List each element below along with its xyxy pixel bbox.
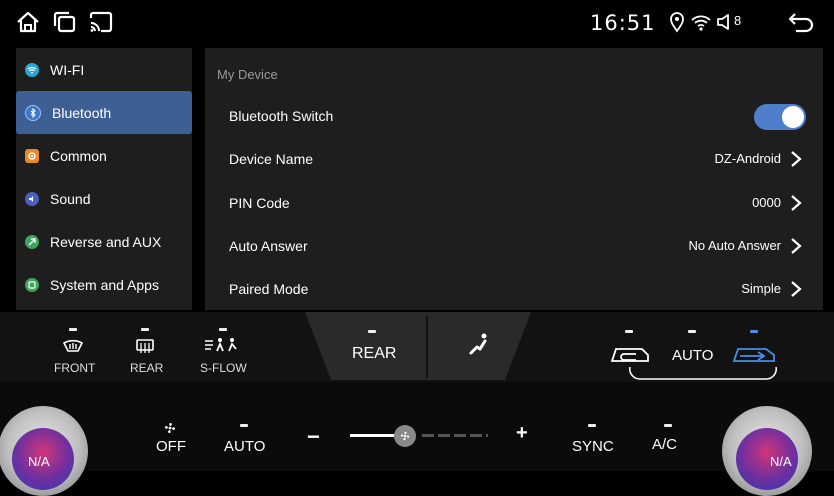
toggle-knob — [782, 106, 804, 128]
row-label: Auto Answer — [229, 238, 308, 254]
row-value: No Auto Answer — [688, 238, 782, 253]
fan-slider-handle[interactable] — [394, 425, 416, 447]
sidebar-item-label: Sound — [50, 190, 91, 207]
volume-level: 8 — [734, 13, 742, 28]
sidebar-item-wifi[interactable]: WI-FI — [16, 48, 192, 91]
ac-label: A/C — [652, 436, 678, 453]
paired-mode-row[interactable]: Paired Mode Simple — [205, 268, 823, 311]
sidebar-item-label: Common — [50, 147, 107, 164]
s-flow-label: S-FLOW — [200, 361, 247, 375]
row-value: 0000 — [752, 195, 781, 210]
status-bar: 16:51 8 — [0, 0, 834, 44]
auto-answer-row[interactable]: Auto Answer No Auto Answer — [205, 225, 823, 268]
auto-recirc-label[interactable]: AUTO — [672, 347, 713, 364]
seat-airflow-icon — [469, 333, 487, 355]
pin-code-row[interactable]: PIN Code 0000 — [205, 182, 823, 225]
home-icon[interactable] — [15, 10, 41, 34]
apps-icon — [25, 277, 39, 292]
gear-icon — [25, 148, 39, 163]
rear-label: REAR — [130, 361, 164, 375]
sidebar-item-reverse-aux[interactable]: Reverse and AUX — [16, 220, 192, 263]
bluetooth-toggle[interactable] — [754, 104, 806, 130]
fan-slider-fill — [350, 434, 398, 437]
indicator-dash — [69, 328, 77, 331]
s-flow-icon — [205, 338, 237, 352]
front-defrost-icon — [62, 339, 84, 352]
indicator-dash — [219, 328, 227, 331]
recirculation-icon[interactable] — [608, 341, 652, 367]
sync-button[interactable]: SYNC — [568, 420, 620, 460]
row-label: PIN Code — [229, 195, 290, 211]
indicator-dash — [625, 330, 633, 333]
chevron-right-icon — [791, 281, 802, 297]
fan-auto-label: AUTO — [224, 438, 266, 455]
chevron-right-icon — [791, 238, 802, 254]
sync-label: SYNC — [572, 438, 614, 455]
seat-airflow-button[interactable] — [455, 325, 505, 370]
indicator-dash-active — [750, 330, 758, 333]
location-icon — [670, 12, 684, 33]
right-temp-value: N/A — [770, 454, 792, 469]
chevron-right-icon — [791, 195, 802, 211]
indicator-dash — [141, 328, 149, 331]
sidebar-item-label: System and Apps — [50, 276, 159, 293]
sidebar-item-system-apps[interactable]: System and Apps — [16, 263, 192, 306]
volume-icon — [717, 14, 729, 30]
front-label: FRONT — [54, 361, 96, 375]
section-title: My Device — [217, 67, 278, 82]
right-temp-knob[interactable]: N/A — [722, 406, 812, 496]
fan-slider-track — [422, 434, 488, 437]
recent-apps-icon[interactable] — [52, 10, 78, 34]
cast-icon[interactable] — [88, 10, 114, 34]
left-temp-knob[interactable]: N/A — [0, 406, 88, 496]
device-name-row[interactable]: Device Name DZ-Android — [205, 138, 823, 181]
fresh-air-icon[interactable] — [730, 341, 778, 367]
speaker-icon — [25, 191, 39, 206]
indicator-dash — [664, 424, 672, 427]
fan-off-label: OFF — [156, 438, 186, 455]
fan-auto-button[interactable]: AUTO — [220, 420, 272, 460]
fan-increase-button[interactable]: + — [516, 422, 528, 445]
settings-sidebar: WI-FI Bluetooth Common Sound Reverse and… — [16, 48, 192, 310]
sidebar-item-common[interactable]: Common — [16, 134, 192, 177]
fan-off-button[interactable]: OFF — [150, 420, 190, 460]
left-temp-value: N/A — [28, 454, 50, 469]
wifi-icon — [25, 62, 39, 77]
sidebar-item-label: Reverse and AUX — [50, 233, 162, 250]
sidebar-item-sound[interactable]: Sound — [16, 177, 192, 220]
indicator-dash — [368, 330, 376, 333]
fan-decrease-button[interactable]: − — [307, 424, 320, 450]
bluetooth-switch-row[interactable]: Bluetooth Switch — [205, 95, 823, 138]
sidebar-item-label: Bluetooth — [52, 104, 112, 121]
rear-climate-label: REAR — [352, 345, 397, 362]
fan-speed-slider[interactable] — [350, 425, 490, 447]
row-value: DZ-Android — [714, 151, 781, 166]
fan-icon — [400, 431, 410, 441]
s-flow-button[interactable]: S-FLOW — [195, 325, 249, 375]
sidebar-item-bluetooth[interactable]: Bluetooth — [16, 91, 192, 134]
row-label: Device Name — [229, 151, 314, 167]
back-icon[interactable] — [786, 10, 816, 34]
chevron-right-icon — [791, 151, 802, 167]
ac-button[interactable]: A/C — [648, 420, 688, 460]
row-value: Simple — [741, 281, 781, 296]
rear-defrost-icon — [136, 339, 154, 353]
bluetooth-icon — [25, 104, 41, 121]
row-label: Bluetooth Switch — [229, 108, 334, 124]
air-circulation-group: AUTO — [600, 325, 790, 385]
fan-icon — [164, 422, 176, 434]
circulation-bracket — [629, 366, 777, 380]
front-defrost-button[interactable]: FRONT — [50, 325, 96, 375]
sidebar-item-label: WI-FI — [50, 61, 85, 78]
row-label: Paired Mode — [229, 281, 309, 297]
bluetooth-settings-panel: My Device Bluetooth Switch Device Name D… — [205, 48, 823, 310]
indicator-dash — [688, 330, 696, 333]
wifi-icon — [691, 15, 711, 31]
clock: 16:51 — [590, 11, 656, 35]
rear-defrost-button[interactable]: REAR — [125, 325, 165, 375]
rear-climate-button[interactable]: REAR — [335, 325, 415, 370]
indicator-dash — [240, 424, 248, 427]
indicator-dash — [588, 424, 596, 427]
reverse-icon — [25, 234, 39, 249]
